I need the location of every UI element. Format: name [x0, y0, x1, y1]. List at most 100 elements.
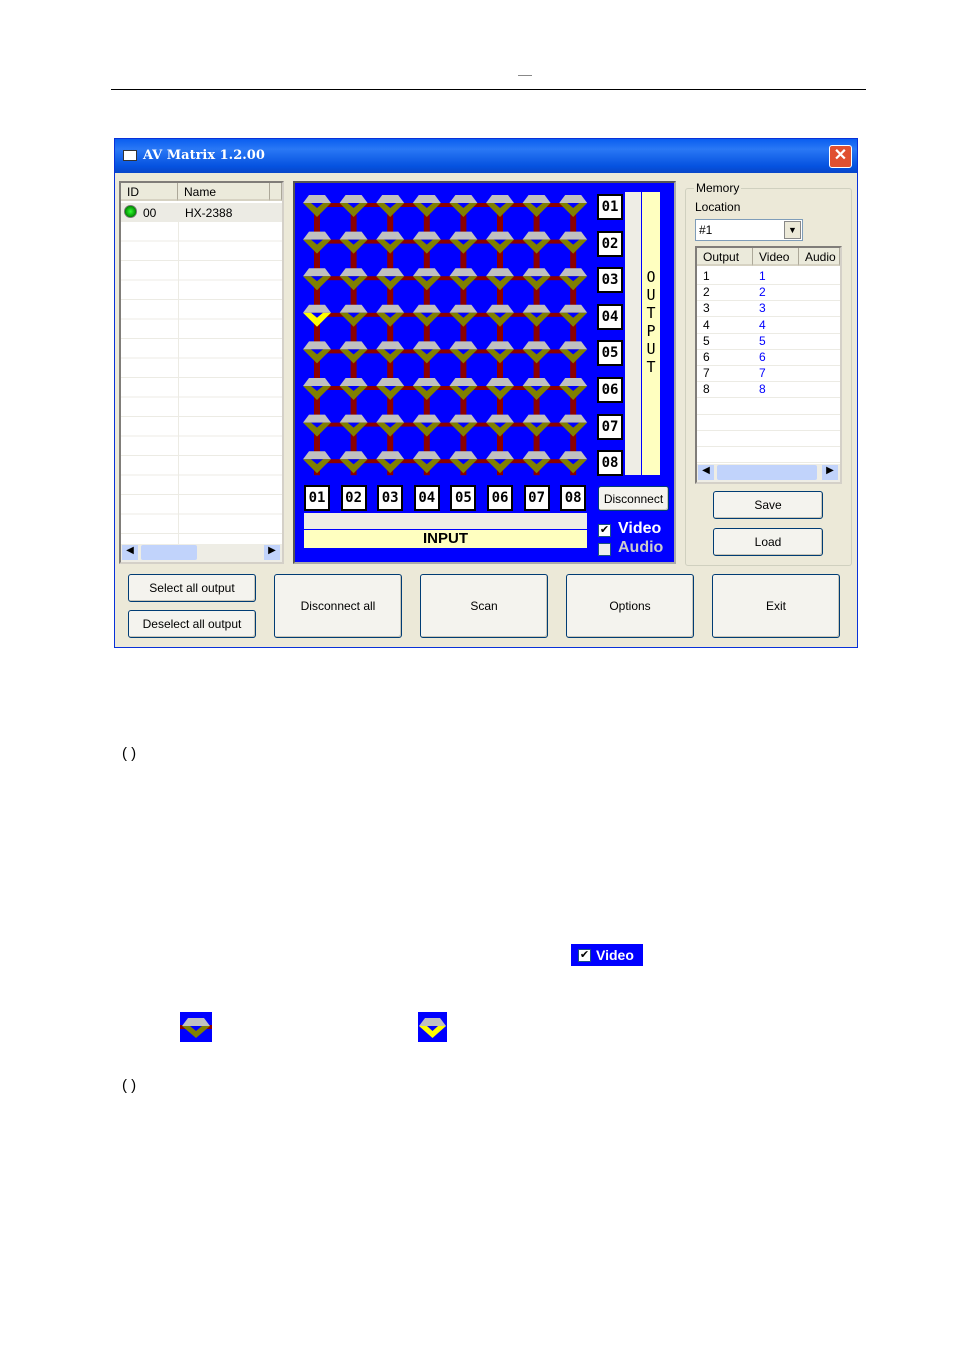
- crosspoint-node[interactable]: [303, 341, 331, 364]
- memory-row[interactable]: [697, 414, 840, 431]
- scroll-right-icon[interactable]: ▶: [822, 465, 838, 480]
- scroll-thumb[interactable]: [141, 545, 197, 560]
- crosspoint-node[interactable]: [412, 378, 441, 400]
- crosspoint-node[interactable]: [522, 451, 551, 474]
- crosspoint-node[interactable]: [449, 378, 478, 400]
- output-number-button[interactable]: 01: [597, 194, 623, 220]
- crosspoint-node[interactable]: [303, 451, 331, 474]
- options-button[interactable]: Options: [566, 574, 694, 638]
- crosspoint-node[interactable]: [559, 451, 588, 474]
- crosspoint-node[interactable]: [339, 304, 368, 327]
- output-vscrollbar[interactable]: [625, 192, 641, 475]
- title-bar[interactable]: AV Matrix 1.2.00 ✕: [115, 139, 857, 173]
- column-video[interactable]: Video: [753, 248, 799, 266]
- crosspoint-node[interactable]: [559, 268, 588, 291]
- crosspoint-node[interactable]: [449, 451, 478, 474]
- input-hscrollbar[interactable]: [304, 513, 587, 529]
- crosspoint-node-selected[interactable]: [303, 304, 331, 327]
- crosspoint-node[interactable]: [449, 195, 478, 217]
- crosspoint-node[interactable]: [339, 341, 368, 364]
- memory-row[interactable]: 55: [697, 333, 840, 350]
- input-number-button[interactable]: 03: [377, 485, 404, 511]
- crosspoint-node[interactable]: [339, 451, 368, 474]
- memory-row[interactable]: 11: [697, 268, 840, 285]
- crosspoint-node[interactable]: [376, 231, 405, 254]
- crosspoint-node[interactable]: [376, 268, 405, 291]
- crosspoint-node[interactable]: [559, 304, 588, 327]
- crosspoint-node[interactable]: [339, 378, 368, 400]
- crosspoint-node[interactable]: [486, 268, 514, 291]
- crosspoint-node[interactable]: [412, 304, 441, 327]
- crosspoint-node[interactable]: [486, 451, 514, 474]
- memory-row[interactable]: 66: [697, 349, 840, 366]
- crosspoint-node[interactable]: [303, 414, 331, 437]
- crosspoint-node[interactable]: [376, 341, 405, 364]
- crosspoint-node[interactable]: [449, 268, 478, 291]
- crosspoint-node[interactable]: [486, 195, 514, 217]
- crosspoint-node[interactable]: [559, 231, 588, 254]
- crosspoint-node[interactable]: [303, 378, 331, 400]
- crosspoint-node[interactable]: [303, 268, 331, 291]
- input-number-button[interactable]: 01: [304, 485, 330, 511]
- memory-row[interactable]: 77: [697, 365, 840, 383]
- save-button[interactable]: Save: [713, 491, 823, 519]
- crosspoint-node[interactable]: [559, 378, 588, 400]
- crosspoint-node[interactable]: [559, 341, 588, 364]
- output-number-button[interactable]: 08: [597, 450, 623, 477]
- crosspoint-node[interactable]: [376, 378, 405, 400]
- output-number-button[interactable]: 04: [597, 303, 623, 330]
- crosspoint-node[interactable]: [339, 231, 368, 254]
- crosspoint-node[interactable]: [339, 195, 368, 217]
- column-output[interactable]: Output: [697, 248, 753, 266]
- crosspoint-node[interactable]: [449, 414, 478, 437]
- memory-row[interactable]: [697, 446, 840, 464]
- memory-row[interactable]: [697, 430, 840, 447]
- crosspoint-node[interactable]: [522, 195, 551, 217]
- crosspoint-node[interactable]: [486, 414, 514, 437]
- crosspoint-node[interactable]: [376, 195, 405, 217]
- memory-table[interactable]: Output Video Audio 1122334455667788 ◀ ▶: [695, 246, 842, 484]
- input-number-button[interactable]: 04: [413, 485, 440, 511]
- select-all-output-button[interactable]: Select all output: [128, 574, 256, 602]
- crosspoint-node[interactable]: [412, 451, 441, 474]
- crosspoint-node[interactable]: [376, 414, 405, 437]
- crosspoint-node[interactable]: [303, 195, 331, 217]
- crosspoint-node[interactable]: [412, 414, 441, 437]
- input-number-button[interactable]: 07: [523, 485, 550, 511]
- output-number-button[interactable]: 05: [597, 340, 623, 367]
- device-list-hscrollbar[interactable]: ◀ ▶: [121, 544, 282, 562]
- crosspoint-node[interactable]: [522, 231, 551, 254]
- deselect-all-output-button[interactable]: Deselect all output: [128, 610, 256, 638]
- exit-button[interactable]: Exit: [712, 574, 840, 638]
- crosspoint-node[interactable]: [339, 268, 368, 291]
- output-number-button[interactable]: 03: [597, 267, 623, 294]
- input-number-button[interactable]: 02: [340, 485, 367, 511]
- input-number-button[interactable]: 08: [560, 485, 587, 511]
- memory-hscrollbar[interactable]: ◀ ▶: [697, 464, 840, 482]
- scroll-right-icon[interactable]: ▶: [264, 545, 280, 560]
- crosspoint-node[interactable]: [412, 341, 441, 364]
- crosspoint-node[interactable]: [412, 231, 441, 254]
- crosspoint-node[interactable]: [522, 378, 551, 400]
- crosspoint-node[interactable]: [449, 231, 478, 254]
- crosspoint-node[interactable]: [412, 268, 441, 291]
- audio-checkbox[interactable]: [598, 543, 611, 556]
- scroll-left-icon[interactable]: ◀: [122, 545, 138, 560]
- video-checkbox[interactable]: ✔: [598, 524, 611, 537]
- crosspoint-node[interactable]: [486, 341, 514, 364]
- output-number-button[interactable]: 07: [597, 413, 623, 440]
- crosspoint-node[interactable]: [412, 195, 441, 217]
- column-name[interactable]: Name: [178, 183, 270, 201]
- scan-button[interactable]: Scan: [420, 574, 548, 638]
- crosspoint-node[interactable]: [559, 195, 588, 217]
- input-number-button[interactable]: 05: [450, 485, 477, 511]
- scroll-thumb[interactable]: [717, 465, 817, 480]
- crosspoint-node[interactable]: [559, 414, 588, 437]
- load-button[interactable]: Load: [713, 528, 823, 556]
- chevron-down-icon[interactable]: ▼: [784, 221, 801, 239]
- memory-row[interactable]: 33: [697, 300, 840, 318]
- device-list[interactable]: ID Name 00 HX-2388 ◀ ▶: [119, 181, 284, 564]
- disconnect-button[interactable]: Disconnect: [598, 486, 669, 511]
- crosspoint-node[interactable]: [449, 341, 478, 364]
- crosspoint-node[interactable]: [339, 414, 368, 437]
